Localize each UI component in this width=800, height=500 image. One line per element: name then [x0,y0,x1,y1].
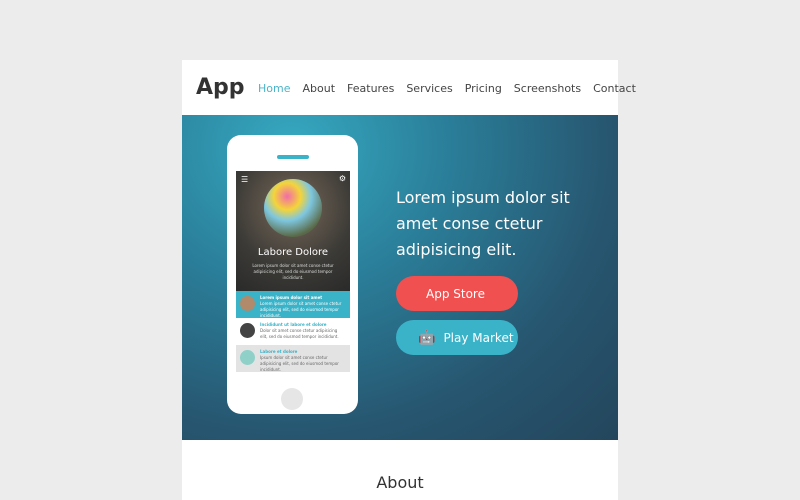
page: App Home About Features Services Pricing… [182,60,636,500]
avatar [240,323,255,338]
avatar [240,296,255,311]
list-item: Incididunt ut labore et dolore Dolor sit … [236,318,350,345]
nav-about[interactable]: About [302,82,335,95]
phone-speaker [277,155,309,159]
list-item: Lorem ipsum dolor sit amet Lorem ipsum do… [236,291,350,318]
android-icon: 🤖 [418,329,436,346]
screen-title: Labore Dolore [257,247,329,258]
app-store-label: App Store [426,286,485,301]
menu-icon: ☰ [241,175,249,184]
app-store-button[interactable]: App Store [396,276,518,311]
item-text: Ipsum dolor sit amet conse ctetur adipis… [260,355,339,372]
phone-mockup: ☰ ⚙ Labore Dolore Lorem ipsum dolor sit … [227,135,358,414]
screen-header: ☰ ⚙ Labore Dolore Lorem ipsum dolor sit … [236,171,350,291]
main-nav: Home About Features Services Pricing Scr… [258,82,636,95]
nav-features[interactable]: Features [347,82,394,95]
list-item: Labore et dolore Ipsum dolor sit amet con… [236,345,350,372]
phone-screen: ☰ ⚙ Labore Dolore Lorem ipsum dolor sit … [236,171,350,372]
phone-home-button [281,388,303,410]
nav-home[interactable]: Home [258,82,290,95]
item-text: Dolor sit amet conse ctetur adipisicing … [260,328,339,339]
item-text: Lorem ipsum dolor sit amet conse ctetur … [260,301,342,318]
balloons-image [264,179,322,237]
play-market-label: Play Market [443,330,514,345]
gear-icon: ⚙ [338,174,346,183]
avatar [240,350,255,365]
nav-services[interactable]: Services [406,82,452,95]
screen-subtitle: Lorem ipsum dolor sit amet conse ctetur … [252,263,334,280]
logo: App [196,75,245,100]
nav-pricing[interactable]: Pricing [465,82,502,95]
hero: ☰ ⚙ Labore Dolore Lorem ipsum dolor sit … [182,115,618,440]
play-market-button[interactable]: 🤖 Play Market [396,320,518,355]
hero-headline: Lorem ipsum dolor sit amet conse ctetur … [396,188,570,259]
nav-contact[interactable]: Contact [593,82,636,95]
nav-screenshots[interactable]: Screenshots [514,82,581,95]
about-heading: About [376,473,424,492]
